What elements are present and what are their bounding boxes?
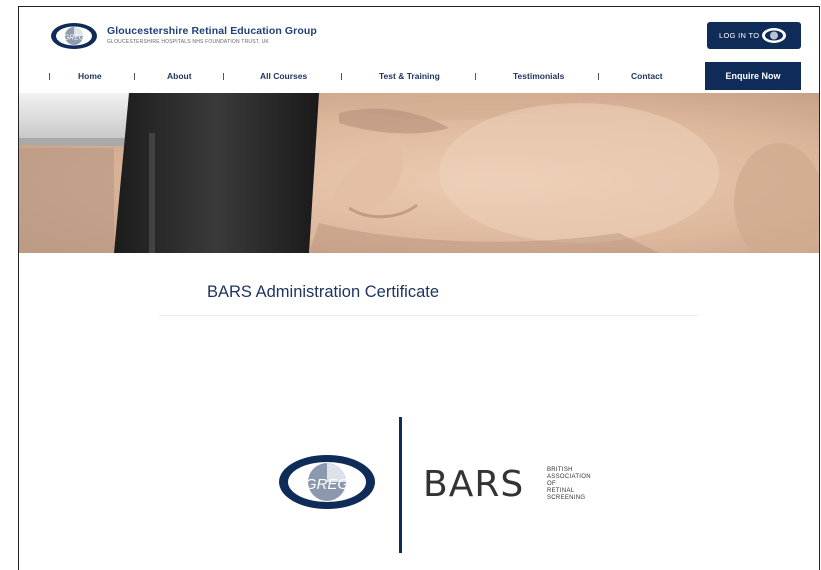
- title-divider: [159, 315, 699, 316]
- logo-divider-line: [399, 417, 402, 553]
- greg-partner-logo-text: GREG: [305, 476, 350, 493]
- hero-photo: [19, 93, 819, 253]
- nav-separator: [223, 73, 224, 80]
- greg-logo-text: GREG: [64, 35, 85, 42]
- nav-separator: [341, 73, 342, 80]
- nav-separator: [475, 73, 476, 80]
- bars-line: OF: [547, 481, 556, 487]
- greg-logo[interactable]: GREG: [49, 21, 99, 51]
- bars-line: RETINAL: [547, 488, 575, 494]
- partner-logos: GREG BARS BRITISH ASSOCIATION OF RETINAL…: [277, 417, 637, 557]
- page-title: BARS Administration Certificate: [207, 283, 440, 301]
- bars-logo-text: BARS: [423, 464, 525, 505]
- nav-home[interactable]: Home: [78, 71, 102, 81]
- nav-test-training[interactable]: Test & Training: [379, 71, 440, 81]
- login-label: LOG IN TO: [719, 31, 760, 40]
- enquire-now-button[interactable]: Enquire Now: [705, 62, 801, 90]
- site-header: GREG Gloucestershire Retinal Education G…: [19, 7, 819, 93]
- nav-all-courses[interactable]: All Courses: [260, 71, 307, 81]
- bars-line: BRITISH: [547, 467, 573, 473]
- eye-icon: [762, 28, 786, 43]
- brand-title: Gloucestershire Retinal Education Group: [107, 25, 317, 37]
- brand-subtitle: GLOUCESTERSHIRE HOSPITALS NHS FOUNDATION…: [107, 39, 269, 45]
- brand[interactable]: Gloucestershire Retinal Education Group …: [107, 25, 317, 45]
- nav-testimonials[interactable]: Testimonials: [513, 71, 564, 81]
- nav-contact[interactable]: Contact: [631, 71, 663, 81]
- nav-separator: [598, 73, 599, 80]
- bars-logo-subtitle: BRITISH ASSOCIATION OF RETINAL SCREENING: [547, 467, 591, 502]
- page-frame: GREG Gloucestershire Retinal Education G…: [18, 6, 820, 570]
- hero-banner-image: [19, 93, 819, 253]
- nav-separator: [134, 73, 135, 80]
- bars-line: ASSOCIATION: [547, 474, 591, 480]
- nav-about[interactable]: About: [167, 71, 192, 81]
- login-button[interactable]: LOG IN TO: [707, 22, 801, 49]
- nav-separator: [49, 73, 50, 80]
- greg-partner-logo: GREG: [279, 455, 375, 509]
- bars-line: SCREENING: [547, 495, 586, 501]
- main-nav: Home About All Courses Test & Training T…: [19, 67, 819, 89]
